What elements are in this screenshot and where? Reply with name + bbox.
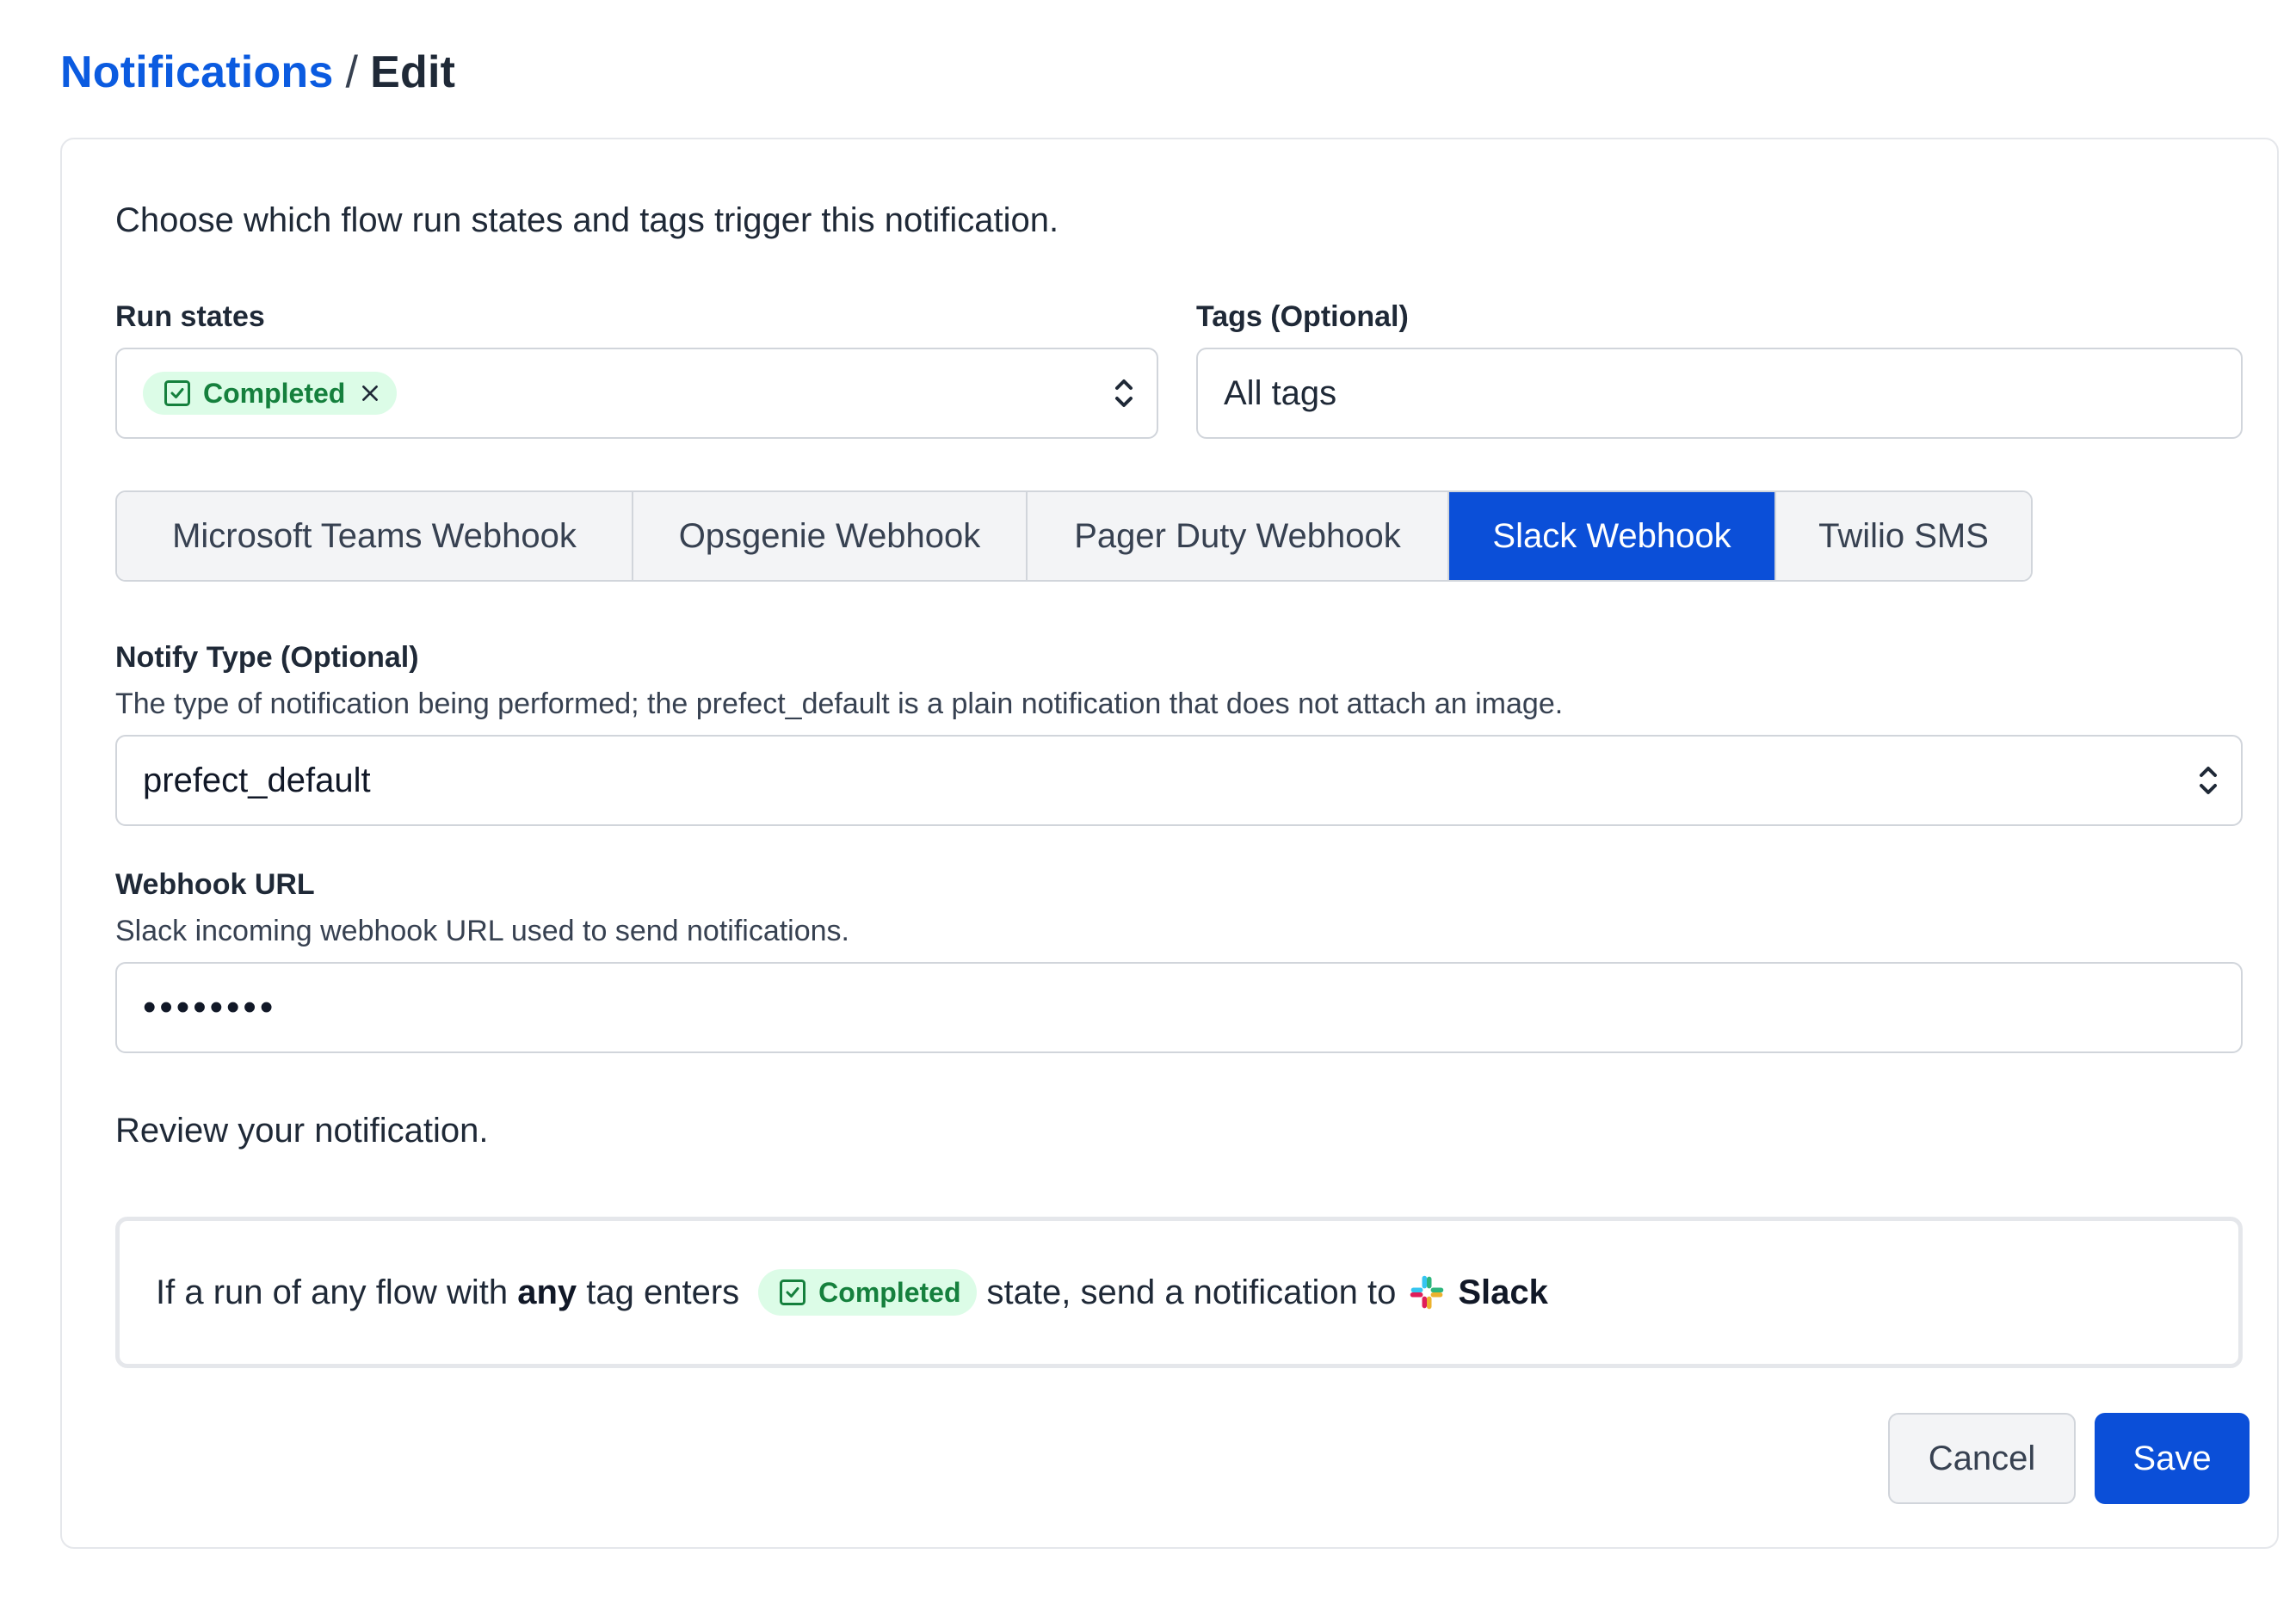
chevron-up-down-icon [1115,379,1133,407]
tab-opsgenie-webhook[interactable]: Opsgenie Webhook [633,492,1028,580]
chevron-up-down-icon [2200,767,2217,794]
run-states-label: Run states [115,300,265,333]
review-heading: Review your notification. [115,1112,489,1150]
notify-type-description: The type of notification being performed… [115,688,1564,720]
review-prefix: If a run of any flow with [156,1273,509,1311]
tags-input-placeholder: All tags [1224,373,1337,412]
review-suffix: state, send a notification to [986,1273,1397,1311]
breadcrumb: Notifications / Edit [60,45,455,100]
webhook-url-masked-value: •••••••• [143,986,277,1028]
tab-pager-duty-webhook[interactable]: Pager Duty Webhook [1028,492,1449,580]
review-any-tag: any [517,1273,577,1311]
notification-type-tabs: Microsoft Teams Webhook Opsgenie Webhook… [115,490,2033,582]
review-state-chip: Completed [758,1269,977,1316]
tab-microsoft-teams-webhook[interactable]: Microsoft Teams Webhook [117,492,633,580]
save-button[interactable]: Save [2095,1413,2250,1504]
run-state-chip-label: Completed [203,377,346,409]
check-square-icon [164,380,190,406]
check-square-icon [780,1279,806,1305]
review-state-label: Completed [818,1276,961,1308]
tags-label: Tags (Optional) [1196,300,1409,333]
tags-input[interactable]: All tags [1196,348,2243,439]
notify-type-value: prefect_default [143,761,371,799]
webhook-url-label: Webhook URL [115,868,315,901]
breadcrumb-separator: / [345,47,359,97]
form-intro-text: Choose which flow run states and tags tr… [115,201,1059,239]
slack-logo-icon [1410,1275,1444,1310]
notify-type-label: Notify Type (Optional) [115,641,419,674]
run-states-select[interactable]: Completed [115,348,1158,439]
page-title: Edit [370,47,456,97]
review-mid: tag enters [586,1273,740,1311]
review-target-slack: Slack [1458,1273,1548,1311]
notify-type-select[interactable]: prefect_default [115,735,2243,826]
notification-review-summary: If a run of any flow with any tag enters… [115,1217,2243,1368]
webhook-url-field[interactable]: •••••••• [115,962,2243,1053]
close-icon[interactable] [359,382,381,404]
tab-twilio-sms[interactable]: Twilio SMS [1776,492,2031,580]
tab-slack-webhook[interactable]: Slack Webhook [1449,492,1776,580]
cancel-button[interactable]: Cancel [1888,1413,2076,1504]
notification-form-card: Choose which flow run states and tags tr… [60,138,2279,1549]
webhook-url-description: Slack incoming webhook URL used to send … [115,915,849,947]
run-state-chip-completed: Completed [143,372,398,415]
breadcrumb-notifications-link[interactable]: Notifications [60,47,334,97]
